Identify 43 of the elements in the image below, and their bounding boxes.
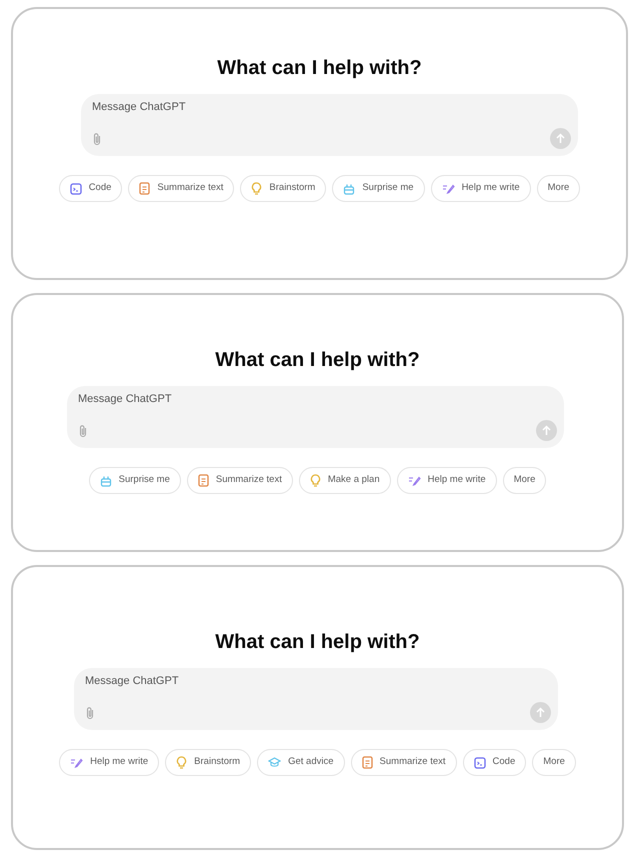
lightbulb-icon — [310, 474, 321, 487]
suggestion-chip[interactable]: Code — [462, 749, 526, 776]
heading: What can I help with? — [217, 56, 422, 81]
message-field[interactable]: Message ChatGPT — [74, 668, 558, 730]
suggestion-chip[interactable]: Brainstorm — [240, 175, 326, 202]
suggestion-chip[interactable]: Summarize text — [186, 467, 293, 494]
message-field[interactable]: Message ChatGPT — [81, 94, 578, 156]
pen-icon — [70, 757, 84, 768]
suggestion-chip[interactable]: Help me write — [430, 175, 531, 202]
suggestion-chip[interactable]: Make a plan — [298, 467, 391, 494]
gift-icon — [343, 182, 356, 194]
more-button[interactable]: More — [532, 749, 576, 776]
heading: What can I help with? — [215, 348, 420, 373]
send-button[interactable] — [536, 420, 557, 441]
heading: What can I help with? — [215, 630, 420, 655]
document-icon — [198, 474, 209, 487]
suggestion-chip[interactable]: Brainstorm — [165, 749, 252, 776]
suggestion-chip[interactable]: Summarize text — [128, 175, 234, 202]
pen-icon — [442, 183, 455, 194]
more-button[interactable]: More — [536, 175, 580, 202]
suggestion-chip[interactable]: Help me write — [396, 467, 497, 494]
suggestion-chip[interactable]: Code — [58, 175, 122, 202]
message-field[interactable]: Message ChatGPT — [67, 386, 564, 448]
document-icon — [362, 756, 373, 769]
suggestion-chip[interactable]: Help me write — [59, 749, 160, 776]
suggestion-chip[interactable]: Summarize text — [350, 749, 457, 776]
more-button[interactable]: More — [502, 467, 546, 494]
gift-icon — [100, 474, 112, 486]
send-button[interactable] — [550, 128, 571, 149]
pen-icon — [408, 475, 421, 486]
send-button[interactable] — [530, 702, 551, 723]
paperclip-icon[interactable] — [85, 706, 95, 720]
paperclip-icon[interactable] — [78, 424, 88, 438]
graduation-cap-icon — [268, 757, 282, 768]
document-icon — [139, 182, 150, 195]
terminal-icon — [70, 182, 82, 194]
terminal-icon — [474, 756, 486, 768]
suggestion-chip[interactable]: Get advice — [257, 749, 345, 776]
lightbulb-icon — [176, 756, 188, 769]
lightbulb-icon — [251, 182, 262, 195]
suggestion-chip[interactable]: Surprise me — [88, 467, 181, 494]
suggestion-chip[interactable]: Surprise me — [332, 175, 425, 202]
paperclip-icon[interactable] — [92, 132, 102, 146]
